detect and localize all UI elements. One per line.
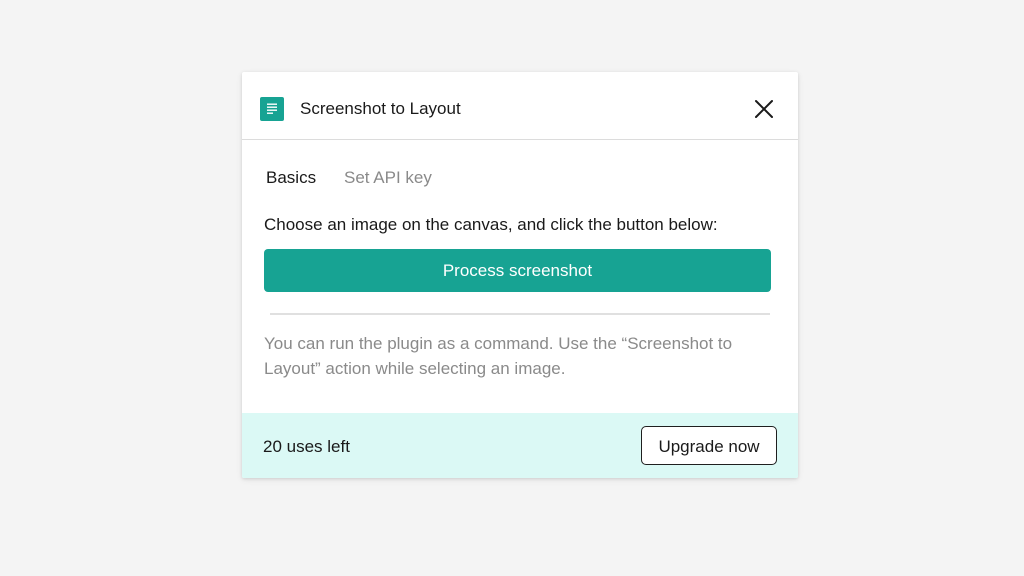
dialog-footer: 20 uses left Upgrade now [242,413,798,478]
upgrade-now-button[interactable]: Upgrade now [641,426,777,465]
uses-left-text: 20 uses left [263,437,350,456]
help-text: You can run the plugin as a command. Use… [264,334,733,378]
dialog-title: Screenshot to Layout [300,99,461,118]
close-icon[interactable] [753,98,775,120]
dialog-header: Screenshot to Layout [242,72,798,140]
document-icon [260,97,284,121]
plugin-dialog: Screenshot to Layout Basics Set API key … [242,72,798,478]
process-screenshot-button[interactable]: Process screenshot [264,249,771,292]
instruction-text: Choose an image on the canvas, and click… [264,215,718,234]
tab-set-api-key[interactable]: Set API key [344,168,432,188]
divider [270,313,770,315]
tab-basics[interactable]: Basics [266,168,316,188]
